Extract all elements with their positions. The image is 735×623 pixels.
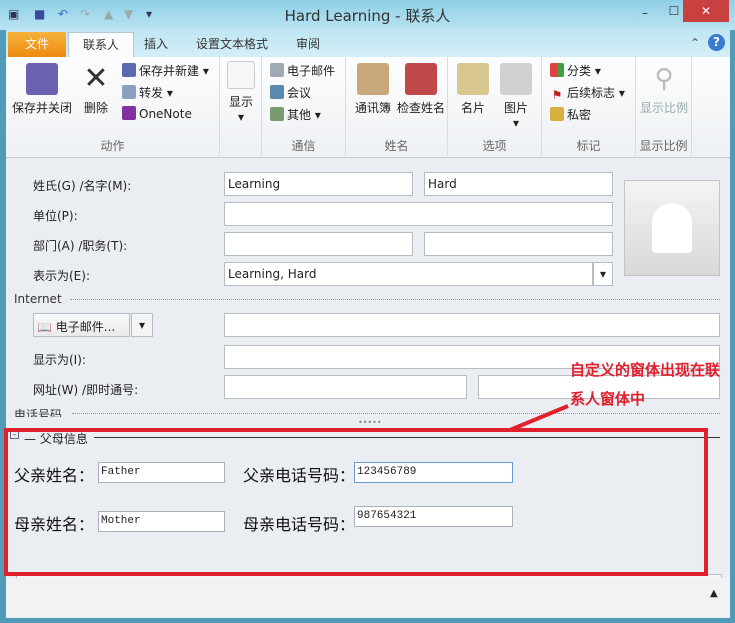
avatar-silhouette-icon bbox=[652, 203, 692, 253]
delete-icon: ✕ bbox=[83, 61, 109, 96]
meeting-button[interactable]: 会议 bbox=[270, 84, 311, 101]
save-new-button[interactable]: 保存并新建 ▾ bbox=[122, 62, 209, 79]
annotation-highlight-box bbox=[4, 428, 708, 576]
company-label: 单位(P): bbox=[33, 209, 78, 223]
categorize-button[interactable]: 分类 ▾ bbox=[550, 62, 601, 79]
business-card-button[interactable]: 名片 bbox=[454, 63, 492, 116]
internet-section-label: Internet bbox=[14, 292, 62, 306]
check-names-button[interactable]: 检查姓名 bbox=[394, 63, 448, 116]
lock-icon bbox=[550, 107, 564, 121]
save-close-icon bbox=[26, 63, 58, 95]
help-icon[interactable]: ? bbox=[708, 34, 725, 51]
tab-file[interactable]: 文件 bbox=[8, 32, 66, 57]
group-communicate: 电子邮件 会议 其他 ▾ 通信 bbox=[262, 57, 346, 158]
delete-button[interactable]: ✕ 删除 bbox=[78, 63, 114, 116]
ribbon: 保存并关闭 ✕ 删除 保存并新建 ▾ 转发 ▾ OneNote 动作 显示 ▾ 电子… bbox=[6, 57, 730, 158]
last-name-input[interactable]: Learning bbox=[224, 172, 413, 196]
group-actions: 保存并关闭 ✕ 删除 保存并新建 ▾ 转发 ▾ OneNote 动作 bbox=[6, 57, 220, 158]
save-close-button[interactable]: 保存并关闭 bbox=[10, 63, 74, 116]
zoom-button[interactable]: ⚲ 显示比例 bbox=[638, 63, 690, 116]
chevron-up-icon[interactable]: ▲ bbox=[710, 588, 718, 599]
picture-icon bbox=[500, 63, 532, 95]
group-label: 标记 bbox=[576, 139, 601, 153]
minimize-button[interactable]: – bbox=[633, 6, 657, 22]
group-label: 通信 bbox=[291, 139, 316, 153]
chevron-down-icon[interactable]: ▾ bbox=[593, 262, 613, 286]
group-label: 显示比例 bbox=[639, 139, 688, 153]
onenote-icon bbox=[122, 106, 136, 120]
group-label: 姓名 bbox=[384, 139, 409, 153]
job-title-input[interactable] bbox=[424, 232, 613, 256]
email-icon bbox=[270, 63, 284, 77]
company-input[interactable] bbox=[224, 202, 613, 226]
flag-icon: ⚑ bbox=[551, 88, 563, 102]
contact-photo[interactable] bbox=[624, 180, 720, 276]
group-show: 显示 ▾ bbox=[220, 57, 262, 158]
private-button[interactable]: 私密 bbox=[550, 106, 591, 123]
close-button[interactable]: ✕ bbox=[683, 0, 729, 22]
email-button[interactable]: 电子邮件 bbox=[270, 62, 335, 79]
tab-review[interactable]: 审阅 bbox=[284, 32, 332, 57]
collapse-ribbon-icon[interactable]: ⌃ bbox=[690, 36, 700, 50]
group-label: 选项 bbox=[482, 139, 507, 153]
display-as-label: 显示为(I): bbox=[33, 353, 86, 367]
file-as-select[interactable]: Learning, Hard bbox=[224, 262, 593, 286]
title-bar: ▣ ■ ↶ ↷ ▲ ▼ ▾ Hard Learning - 联系人 – ☐ ✕ bbox=[0, 0, 735, 30]
first-name-input[interactable]: Hard bbox=[424, 172, 613, 196]
divider bbox=[70, 299, 720, 300]
show-icon bbox=[227, 61, 255, 89]
group-tags: 分类 ▾ ⚑ 后续标志 ▾ 私密 标记 bbox=[542, 57, 636, 158]
maximize-button[interactable]: ☐ bbox=[663, 4, 685, 22]
follow-up-button[interactable]: ⚑ 后续标志 ▾ bbox=[550, 84, 625, 102]
email-dropdown-button[interactable]: ▾ bbox=[131, 313, 153, 337]
group-zoom: ⚲ 显示比例 显示比例 bbox=[636, 57, 692, 158]
magnifier-icon: ⚲ bbox=[654, 64, 674, 94]
dept-input[interactable] bbox=[224, 232, 413, 256]
web-input[interactable] bbox=[224, 375, 467, 399]
web-label: 网址(W) /即时通号: bbox=[33, 383, 139, 397]
splitter-handle[interactable]: ••••• bbox=[358, 418, 382, 427]
dept-label: 部门(A) /职务(T): bbox=[33, 239, 128, 253]
address-book-icon bbox=[357, 63, 389, 95]
meeting-icon bbox=[270, 85, 284, 99]
group-label: 动作 bbox=[100, 139, 125, 153]
address-book-icon: 📖 bbox=[37, 320, 52, 334]
ribbon-tabs: 文件 联系人 插入 设置文本格式 审阅 ⌃ ? bbox=[6, 30, 730, 57]
group-names: 通讯簿 检查姓名 姓名 bbox=[346, 57, 448, 158]
onenote-button[interactable]: OneNote bbox=[122, 106, 192, 121]
forward-icon bbox=[122, 85, 136, 99]
tab-format-text[interactable]: 设置文本格式 bbox=[184, 32, 280, 57]
annotation-arrow bbox=[509, 404, 569, 432]
tab-contact[interactable]: 联系人 bbox=[68, 32, 134, 57]
tab-insert[interactable]: 插入 bbox=[132, 32, 180, 57]
status-area: ▲ bbox=[6, 578, 730, 618]
more-icon bbox=[270, 107, 284, 121]
show-button[interactable]: 显示 ▾ bbox=[224, 61, 258, 124]
email-input[interactable] bbox=[224, 313, 720, 337]
address-book-button[interactable]: 通讯簿 bbox=[348, 63, 398, 116]
name-label: 姓氏(G) /名字(M): bbox=[33, 179, 132, 193]
forward-button[interactable]: 转发 ▾ bbox=[122, 84, 173, 101]
annotation-note: 自定义的窗体出现在联 系人窗体中 bbox=[570, 361, 721, 408]
window-title: Hard Learning - 联系人 bbox=[284, 7, 451, 25]
picture-button[interactable]: 图片 ▾ bbox=[496, 63, 536, 130]
phone-section-label: 电话号码 bbox=[14, 408, 63, 417]
business-card-icon bbox=[457, 63, 489, 95]
file-as-label: 表示为(E): bbox=[33, 269, 90, 283]
categorize-icon bbox=[550, 63, 564, 77]
group-options: 名片 图片 ▾ 选项 bbox=[448, 57, 542, 158]
check-names-icon bbox=[405, 63, 437, 95]
email-select-button[interactable]: 📖 电子邮件... bbox=[33, 313, 130, 337]
save-new-icon bbox=[122, 63, 136, 77]
more-button[interactable]: 其他 ▾ bbox=[270, 106, 321, 123]
